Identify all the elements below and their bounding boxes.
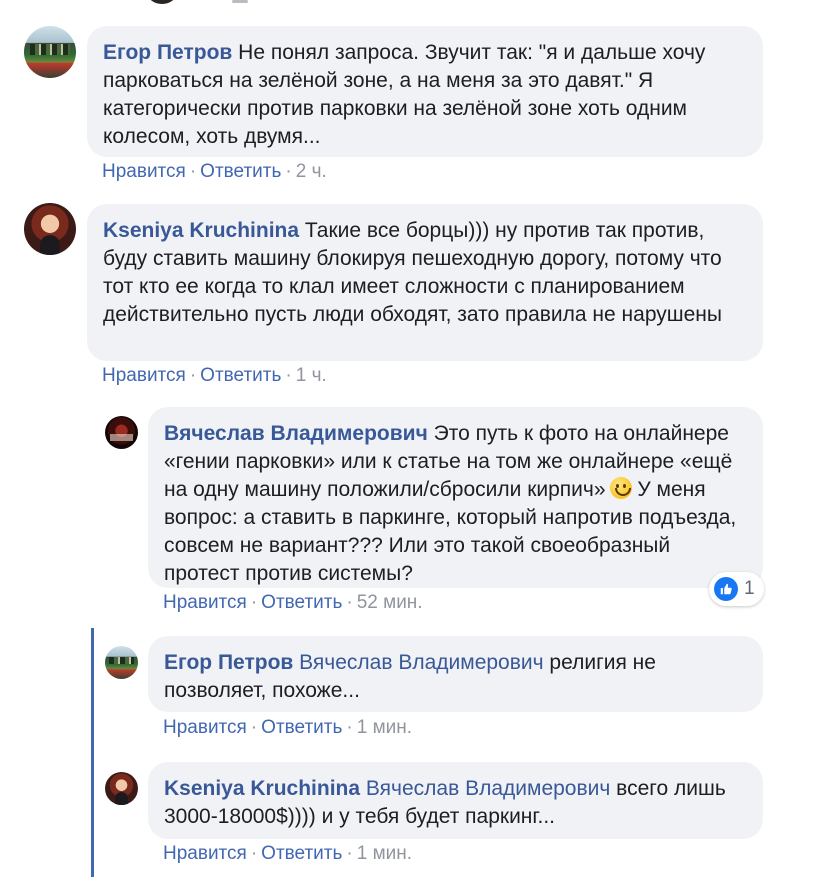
avatar-egor-petrov[interactable] [105,646,138,679]
like-link[interactable]: Нравится [102,365,186,386]
comment-author[interactable]: Вячеслав Владимерович [164,422,428,445]
reply-link[interactable]: Ответить [261,592,342,613]
reply-link[interactable]: Ответить [261,843,342,864]
avatar[interactable] [147,0,177,4]
comment-actions: Нравится · Ответить · 52 мин. [163,592,423,614]
comment-actions: Нравится · Ответить · 1 мин. [163,717,412,739]
comment-author[interactable]: Kseniya Kruchinina [164,777,360,800]
comment-bubble: Вячеслав Владимерович Это путь к фото на… [148,407,763,588]
separator-dot: · [189,365,197,386]
comment-author[interactable]: Kseniya Kruchinina [103,219,299,242]
separator-dot: · [346,843,353,864]
comment-actions: Нравится · Ответить · 1 ч. [102,365,327,387]
comment-actions: Нравится · Ответить · 2 ч. [102,161,327,183]
separator-dot: · [346,592,353,613]
separator-dot: · [189,161,197,182]
like-link[interactable]: Нравится [163,843,247,864]
comment-time[interactable]: 52 мин. [357,592,423,613]
separator-dot: · [346,717,353,738]
comment-bubble: Егор Петров Не понял запроса. Звучит так… [87,26,763,157]
comment-time[interactable]: 1 ч. [296,365,327,386]
avatar-egor-petrov[interactable] [24,26,76,78]
separator-dot: · [250,592,258,613]
like-link[interactable]: Нравится [163,592,247,613]
comment-author[interactable]: Егор Петров [103,41,232,64]
reaction-badge[interactable]: 1 [709,572,764,606]
reply-link[interactable]: Ответить [200,365,281,386]
mention-link[interactable]: Вячеслав Владимерович [299,651,543,674]
avatar-kseniya-kruchinina[interactable] [105,772,138,805]
comment-time[interactable]: 1 мин. [357,717,412,738]
reaction-count: 1 [744,578,755,599]
avatar-kseniya-kruchinina[interactable] [24,203,76,255]
comment-bubble: Kseniya Kruchinina Такие все борцы))) ну… [87,204,763,361]
comment-time[interactable]: 2 ч. [296,161,327,182]
thread-indicator-line [91,628,94,877]
comment-bubble: Kseniya Kruchinina Вячеслав Владимерович… [148,762,763,839]
comment-actions: Нравится · Ответить · 1 мин. [163,843,412,865]
comment-bubble: Егор Петров Вячеслав Владимерович религи… [148,636,763,712]
like-link[interactable]: Нравится [163,717,247,738]
divider [232,0,248,3]
mention-link[interactable]: Вячеслав Владимерович [366,777,610,800]
reply-link[interactable]: Ответить [261,717,342,738]
separator-dot: · [250,717,258,738]
comment-time[interactable]: 1 мин. [357,843,412,864]
reply-link[interactable]: Ответить [200,161,281,182]
separator-dot: · [285,365,292,386]
thumbs-up-icon [714,577,738,601]
separator-dot: · [285,161,292,182]
separator-dot: · [250,843,258,864]
comment-author[interactable]: Егор Петров [164,651,293,674]
smiley-emoji-icon [609,477,632,499]
avatar-vyacheslav[interactable] [105,416,138,449]
like-link[interactable]: Нравится [102,161,186,182]
